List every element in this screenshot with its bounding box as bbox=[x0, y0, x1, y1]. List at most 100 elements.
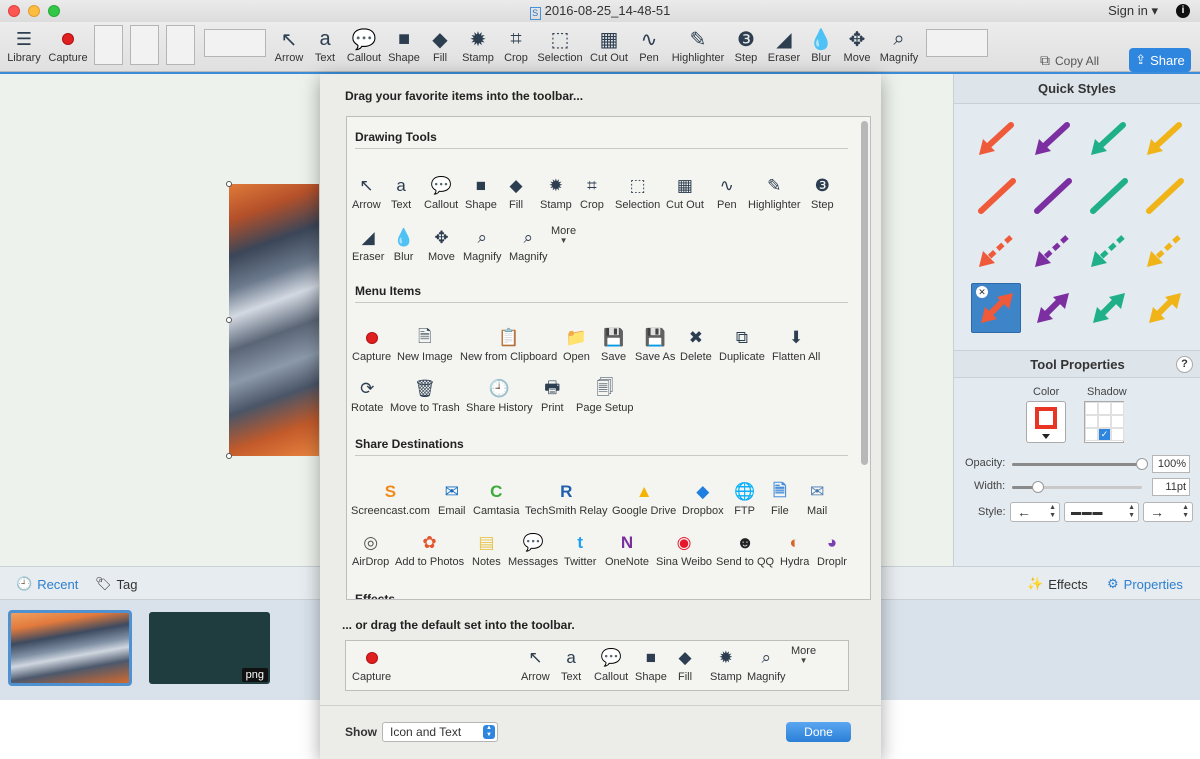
palette-menu-page-setup[interactable]: 🗐 Page Setup bbox=[576, 376, 634, 415]
effects-button[interactable]: ✨ Effects bbox=[1027, 576, 1088, 592]
toolbar-empty-slot[interactable] bbox=[926, 29, 988, 57]
line-dash-style-select[interactable]: ▬ ▬ ▬ ▲ ▼ bbox=[1064, 502, 1139, 522]
palette-tool-cut-out[interactable]: ▦ Cut Out bbox=[666, 173, 704, 211]
remove-style-icon[interactable]: ✕ bbox=[976, 286, 988, 298]
share-dest-screencast-com[interactable]: S Screencast.com bbox=[351, 479, 430, 517]
palette-menu-flatten-all[interactable]: ⬇ Flatten All bbox=[772, 325, 820, 363]
toolbar-empty-slot[interactable] bbox=[130, 25, 159, 65]
palette-tool-magnify[interactable]: ⌕ Magnify bbox=[509, 225, 548, 263]
quick-style-swatch[interactable] bbox=[1136, 112, 1192, 168]
palette-tool-eraser[interactable]: ◢ Eraser bbox=[352, 225, 384, 263]
default-capture[interactable]: Capture bbox=[352, 645, 391, 683]
quick-style-swatch[interactable] bbox=[1080, 224, 1136, 280]
slider-knob[interactable] bbox=[1032, 481, 1044, 493]
palette-menu-new-image[interactable]: 🗎 New Image bbox=[397, 325, 453, 364]
palette-tool-arrow[interactable]: ↖ Arrow bbox=[352, 173, 381, 211]
palette-tool-shape[interactable]: ■ Shape bbox=[465, 173, 497, 211]
palette-tool-move[interactable]: ✥ Move bbox=[428, 225, 455, 263]
library-button[interactable]: ☰ Library bbox=[2, 26, 46, 65]
share-dest-ftp[interactable]: 🌐 FTP bbox=[734, 479, 755, 517]
palette-scrollbar[interactable] bbox=[861, 121, 868, 465]
palette-tool-magnify[interactable]: ⌕ Magnify bbox=[463, 225, 502, 263]
quick-style-swatch[interactable] bbox=[1080, 168, 1136, 224]
default-fill[interactable]: ◆ Fill bbox=[678, 645, 692, 683]
opacity-value[interactable]: 100% bbox=[1152, 455, 1190, 473]
tool-cut-out[interactable]: ▦ Cut Out bbox=[587, 26, 631, 65]
toolbar-empty-slot[interactable] bbox=[204, 29, 266, 57]
help-button[interactable]: ? bbox=[1176, 356, 1193, 373]
tool-selection[interactable]: ⬚ Selection bbox=[537, 26, 582, 65]
quick-style-swatch[interactable] bbox=[1136, 168, 1192, 224]
line-start-style-select[interactable]: ← ▲ ▼ bbox=[1010, 502, 1060, 522]
quick-style-swatch[interactable] bbox=[1024, 168, 1080, 224]
default-toolbar-set[interactable]: Capture ↖ Arrow a Text 💬 Callout ■ Shape ◆ Fill ✹ St… bbox=[345, 640, 849, 691]
color-picker[interactable] bbox=[1026, 401, 1066, 443]
share-dest-messages[interactable]: 💬 Messages bbox=[508, 530, 558, 568]
share-dest-droplr[interactable]: ◕ Droplr bbox=[817, 530, 847, 568]
share-dest-sina-weibo[interactable]: ◉ Sina Weibo bbox=[656, 530, 712, 568]
share-dest-google-drive[interactable]: ▲ Google Drive bbox=[612, 479, 676, 517]
default-callout[interactable]: 💬 Callout bbox=[594, 645, 628, 683]
resize-handle[interactable] bbox=[226, 453, 232, 459]
palette-menu-print[interactable]: 🖶 Print bbox=[541, 376, 564, 415]
default-arrow[interactable]: ↖ Arrow bbox=[521, 645, 550, 683]
palette-menu-capture[interactable]: Capture bbox=[352, 325, 391, 363]
default-shape[interactable]: ■ Shape bbox=[635, 645, 667, 683]
share-dest-dropbox[interactable]: ◆ Dropbox bbox=[682, 479, 724, 517]
share-dest-notes[interactable]: ▤ Notes bbox=[472, 530, 501, 568]
thumbnail-mountain[interactable] bbox=[8, 610, 132, 686]
default-more[interactable]: More ▼ bbox=[791, 645, 816, 665]
width-slider[interactable] bbox=[1012, 481, 1142, 493]
quick-style-swatch[interactable]: ✕ bbox=[971, 283, 1021, 333]
palette-tool-pen[interactable]: ∿ Pen bbox=[717, 173, 737, 211]
share-dest-email[interactable]: ✉ Email bbox=[438, 479, 466, 517]
share-dest-hydra[interactable]: ◐ Hydra bbox=[780, 530, 809, 568]
quick-style-swatch[interactable] bbox=[1024, 280, 1080, 336]
tool-move[interactable]: ✥ Move bbox=[835, 26, 879, 65]
tool-text[interactable]: a Text bbox=[303, 26, 347, 65]
share-dest-twitter[interactable]: t Twitter bbox=[564, 530, 596, 568]
palette-tool-stamp[interactable]: ✹ Stamp bbox=[540, 173, 572, 211]
palette-tool-fill[interactable]: ◆ Fill bbox=[509, 173, 523, 211]
share-dest-camtasia[interactable]: C Camtasia bbox=[473, 479, 519, 517]
share-dest-send-to-qq[interactable]: ☻ Send to QQ bbox=[716, 530, 774, 568]
shadow-picker[interactable]: ✓ bbox=[1084, 401, 1124, 443]
palette-tool-highlighter[interactable]: ✎ Highlighter bbox=[748, 173, 801, 211]
default-text[interactable]: a Text bbox=[561, 645, 581, 683]
quick-style-swatch[interactable] bbox=[1080, 112, 1136, 168]
tool-crop[interactable]: ⌗ Crop bbox=[494, 26, 538, 65]
quick-style-swatch[interactable] bbox=[1136, 224, 1192, 280]
width-value[interactable]: 11pt bbox=[1152, 478, 1190, 496]
recent-tab[interactable]: 🕘 Recent bbox=[16, 576, 78, 592]
info-icon[interactable]: i bbox=[1176, 4, 1190, 18]
palette-tool-callout[interactable]: 💬 Callout bbox=[424, 173, 458, 211]
quick-style-swatch[interactable] bbox=[968, 168, 1024, 224]
quick-style-swatch[interactable] bbox=[1080, 280, 1136, 336]
sign-in-menu[interactable]: Sign in ▾ bbox=[1108, 3, 1158, 19]
quick-style-swatch[interactable] bbox=[1024, 224, 1080, 280]
quick-style-swatch[interactable] bbox=[968, 112, 1024, 168]
toolbar-empty-slot[interactable] bbox=[166, 25, 195, 65]
palette-tool-selection[interactable]: ⬚ Selection bbox=[615, 173, 660, 211]
tool-pen[interactable]: ∿ Pen bbox=[627, 26, 671, 65]
line-end-style-select[interactable]: → ▲ ▼ bbox=[1143, 502, 1193, 522]
share-dest-techsmith-relay[interactable]: R TechSmith Relay bbox=[525, 479, 608, 517]
palette-tool-text[interactable]: a Text bbox=[391, 173, 411, 211]
palette-menu-delete[interactable]: ✖ Delete bbox=[680, 325, 712, 363]
palette-tool-more[interactable]: More ▼ bbox=[551, 225, 576, 245]
copy-all-button[interactable]: ⧉ Copy All bbox=[1040, 52, 1099, 69]
properties-button[interactable]: ⚙ Properties bbox=[1107, 576, 1183, 592]
palette-tool-blur[interactable]: 💧 Blur bbox=[393, 225, 414, 263]
palette-menu-save[interactable]: 💾 Save bbox=[601, 325, 626, 363]
tool-callout[interactable]: 💬 Callout bbox=[342, 26, 386, 65]
show-mode-select[interactable]: Icon and Text ▲ ▼ bbox=[382, 722, 498, 742]
thumbnail-diagram[interactable]: png bbox=[149, 612, 270, 684]
palette-menu-save-as[interactable]: 💾 Save As bbox=[635, 325, 675, 363]
default-stamp[interactable]: ✹ Stamp bbox=[710, 645, 742, 683]
capture-button[interactable]: Capture bbox=[46, 26, 90, 64]
tag-tab[interactable]: 🏷 Tag bbox=[95, 576, 137, 592]
toolbar-empty-slot[interactable] bbox=[94, 25, 123, 65]
quick-style-swatch[interactable] bbox=[968, 224, 1024, 280]
default-magnify[interactable]: ⌕ Magnify bbox=[747, 645, 786, 683]
quick-style-swatch[interactable] bbox=[1024, 112, 1080, 168]
